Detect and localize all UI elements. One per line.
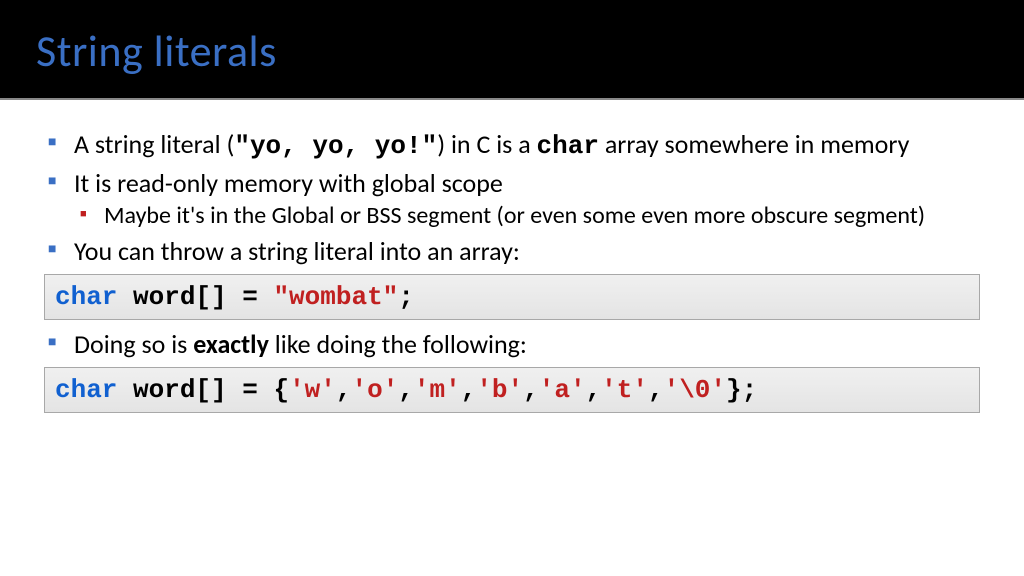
bullet-4-post: like doing the following: (269, 328, 527, 360)
code1-end: ; (398, 282, 414, 312)
bullet-1-text-post: array somewhere in memory (599, 128, 909, 160)
code1-keyword: char (55, 282, 117, 312)
bullet-1-text-pre: A string literal ( (74, 128, 234, 160)
code2-s5: , (648, 375, 664, 405)
code2-c3: 'b' (476, 375, 523, 405)
code2-s1: , (398, 375, 414, 405)
slide-header: String literals (0, 0, 1024, 100)
bullet-list-2: Doing so is exactly like doing the follo… (44, 328, 980, 361)
code2-c6: '\0' (664, 375, 726, 405)
bullet-2-text: It is read-only memory with global scope (74, 167, 503, 199)
code2-s2: , (461, 375, 477, 405)
bullet-4: Doing so is exactly like doing the follo… (44, 328, 980, 361)
bullet-2-sub-1-text: Maybe it's in the Global or BSS segment … (104, 201, 925, 230)
code2-c5: 't' (601, 375, 648, 405)
bullet-list: A string literal ("yo, yo, yo!") in C is… (44, 128, 980, 268)
bullet-1-text-mid: ) in C is a (437, 128, 536, 160)
slide-title: String literals (36, 24, 988, 78)
code2-decl: word[] = { (117, 375, 289, 405)
bullet-2-sub-1: Maybe it's in the Global or BSS segment … (74, 201, 980, 231)
code2-s4: , (586, 375, 602, 405)
code2-c1: 'o' (351, 375, 398, 405)
bullet-1-char: char (537, 131, 599, 161)
code1-decl: word[] = (117, 282, 273, 312)
code2-s3: , (523, 375, 539, 405)
bullet-2-sublist: Maybe it's in the Global or BSS segment … (74, 201, 980, 231)
bullet-3: You can throw a string literal into an a… (44, 235, 980, 268)
code2-keyword: char (55, 375, 117, 405)
code2-c0: 'w' (289, 375, 336, 405)
code1-string: "wombat" (273, 282, 398, 312)
bullet-1: A string literal ("yo, yo, yo!") in C is… (44, 128, 980, 163)
code2-end: }; (726, 375, 757, 405)
bullet-4-bold: exactly (193, 328, 269, 360)
bullet-4-pre: Doing so is (74, 328, 193, 360)
code2-c4: 'a' (539, 375, 586, 405)
code2-s0: , (336, 375, 352, 405)
bullet-3-text: You can throw a string literal into an a… (74, 235, 520, 267)
code-block-2: char word[] = {'w','o','m','b','a','t','… (44, 367, 980, 414)
code-block-1: char word[] = "wombat"; (44, 274, 980, 321)
bullet-1-code: "yo, yo, yo!" (234, 131, 437, 161)
bullet-2: It is read-only memory with global scope… (44, 167, 980, 232)
slide-body: A string literal ("yo, yo, yo!") in C is… (0, 100, 1024, 413)
code2-c2: 'm' (414, 375, 461, 405)
